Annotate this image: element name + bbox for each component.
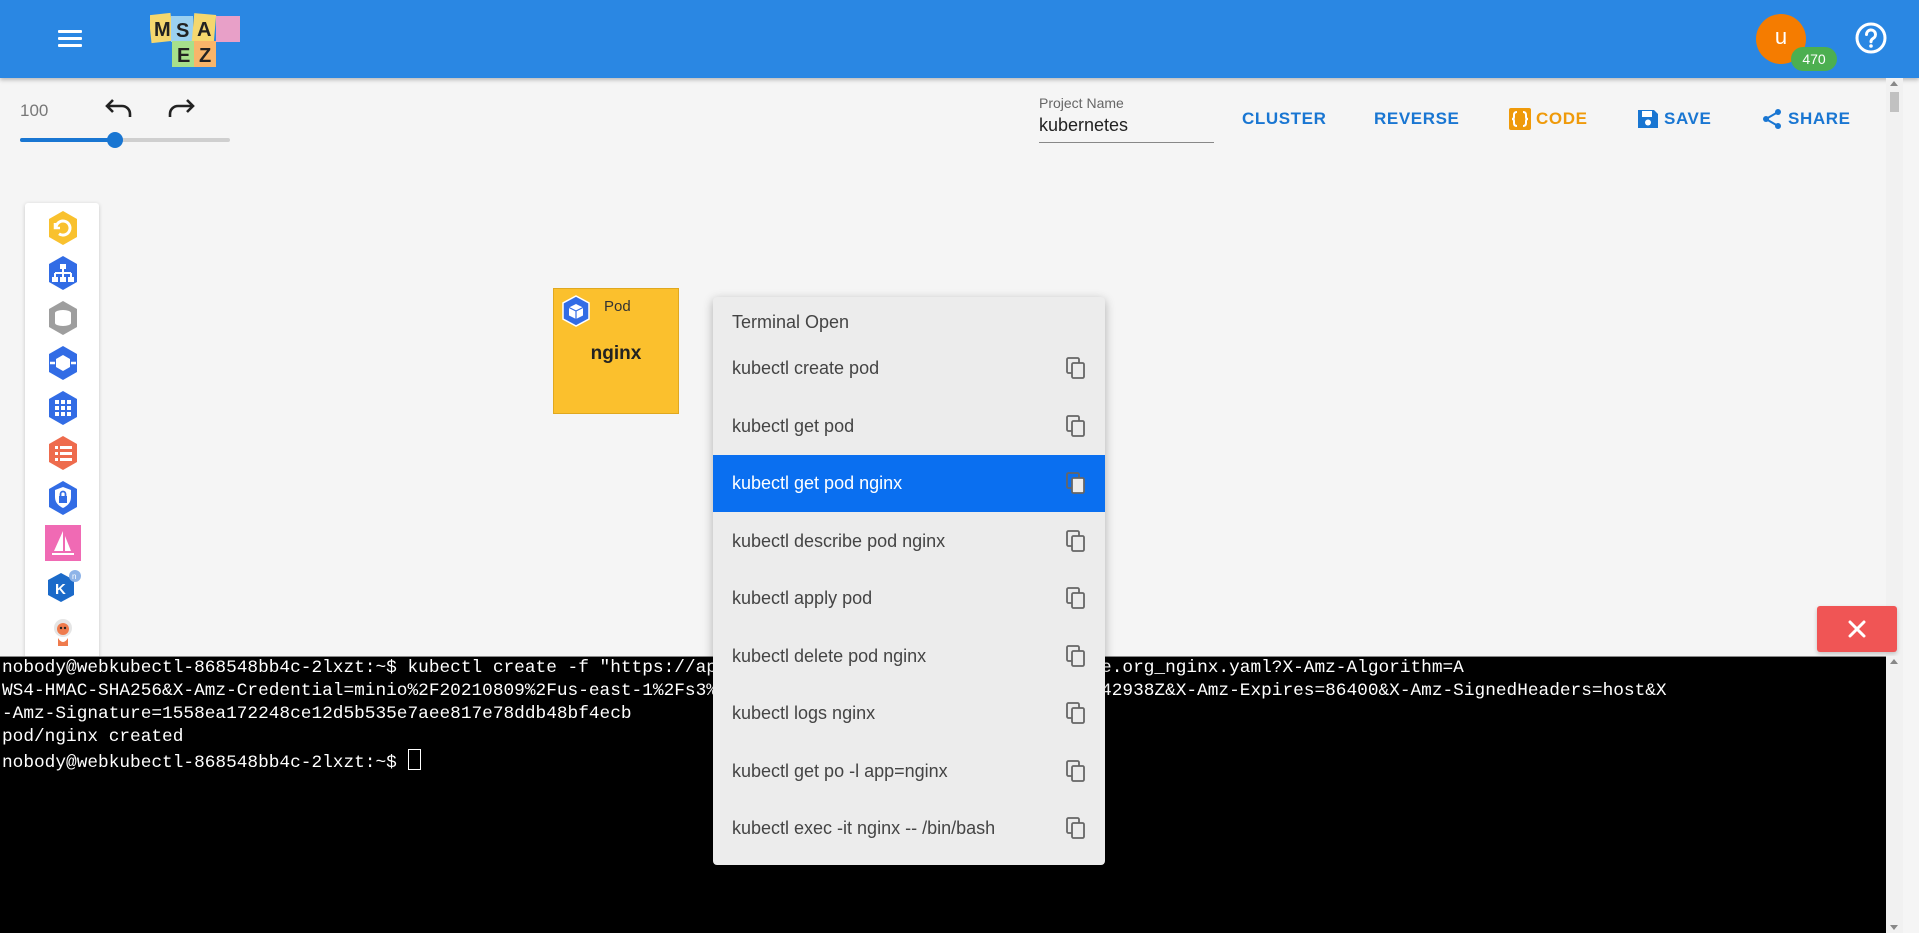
copy-icon[interactable] [1065,356,1087,380]
secret-icon[interactable] [44,479,82,517]
menu-item-label: kubectl logs nginx [732,703,876,723]
save-button[interactable]: SAVE [1636,106,1711,132]
copy-icon[interactable] [1065,701,1087,725]
menu-item-kubectl-get-pod-nginx[interactable]: kubectl get pod nginx [713,455,1105,512]
menu-item-label: kubectl get pod [732,415,855,436]
reverse-button[interactable]: REVERSE [1374,106,1459,132]
points-badge: 470 [1791,47,1837,71]
menu-item-kubectl-get-pod[interactable]: kubectl get pod [713,398,1105,455]
copy-icon[interactable] [1065,759,1087,783]
menu-item-kubectl-logs-nginx[interactable]: kubectl logs nginx [713,685,1105,742]
logo-letter-e: E [177,45,190,67]
svg-text:n: n [72,572,76,581]
pod-cube-icon [562,295,590,327]
help-icon[interactable] [1853,20,1889,56]
argo-icon[interactable] [44,614,82,652]
project-name-input[interactable] [1039,111,1214,143]
pod-name-label: nginx [590,343,642,364]
cluster-button[interactable]: CLUSTER [1242,106,1326,132]
redo-icon[interactable] [166,97,196,121]
menu-item-label: kubectl get pod nginx [732,473,903,493]
project-name-field: Project Name [1039,95,1214,143]
svg-text:K: K [55,581,66,598]
knative-icon[interactable]: K n [44,569,82,607]
terminal-cursor [408,749,422,770]
pod-type-label: Pod [604,298,631,315]
copy-icon[interactable] [1065,471,1087,495]
zoom-slider[interactable] [20,132,230,148]
code-button[interactable]: CODE [1508,106,1588,132]
menu-item-label: kubectl get po -l app=nginx [732,760,948,781]
floppy-disk-icon [1638,110,1658,128]
volume-icon[interactable] [44,299,82,337]
project-name-label: Project Name [1039,95,1124,111]
undo-icon[interactable] [104,97,134,121]
replicaset-icon[interactable] [44,389,82,427]
zoom-slider-thumb[interactable] [106,132,123,148]
hamburger-menu-icon[interactable] [55,26,85,52]
terminal-scrollbar[interactable] [1886,656,1903,933]
logo-letter-s: S [176,20,189,42]
service-icon[interactable] [44,254,82,292]
app-bar: M S A E Z u 470 [0,0,1919,78]
code-braces-icon [1509,108,1531,130]
page-scrollbar[interactable] [1886,78,1903,656]
logo-letter-z: Z [199,45,211,67]
share-button[interactable]: SHARE [1760,106,1851,132]
share-icon [1763,109,1781,129]
logo-letter-m: M [154,19,171,41]
menu-item-kubectl-create-pod[interactable]: kubectl create pod [713,340,1105,397]
menu-item-label: kubectl describe pod nginx [732,530,946,551]
terminal-open-item[interactable]: Terminal Open [732,312,849,333]
copy-icon[interactable] [1065,816,1087,840]
logo-letter-a: A [197,19,211,41]
menu-item-kubectl-exec-it-nginx-bin-bash[interactable]: kubectl exec -it nginx -- /bin/bash [713,800,1105,857]
menu-item-kubectl-delete-pod-nginx[interactable]: kubectl delete pod nginx [713,628,1105,685]
component-palette: K n [25,203,99,663]
menu-item-label: kubectl exec -it nginx -- /bin/bash [732,818,996,838]
copy-icon[interactable] [1065,644,1087,668]
deployment-icon[interactable] [44,344,82,382]
copy-icon[interactable] [1065,414,1087,438]
copy-icon[interactable] [1065,529,1087,553]
menu-item-label: kubectl delete pod nginx [732,645,927,666]
configmap-icon[interactable] [44,434,82,472]
menu-item-label: kubectl apply pod [732,588,873,608]
helm-sail-icon[interactable] [44,524,82,562]
refresh-icon[interactable] [44,209,82,247]
menu-item-kubectl-describe-pod-nginx[interactable]: kubectl describe pod nginx [713,513,1105,570]
menu-item-label: kubectl create pod [732,358,880,378]
copy-icon[interactable] [1065,586,1087,610]
msaez-logo[interactable]: M S A E Z [150,12,260,70]
close-icon [1848,620,1866,638]
close-terminal-button[interactable] [1817,606,1897,652]
pod-node[interactable]: Pod nginx [553,288,679,414]
command-context-menu: Terminal Open kubectl create pod kubectl … [713,297,1105,865]
menu-item-kubectl-get-po-l-app-nginx[interactable]: kubectl get po -l app=nginx [713,743,1105,800]
zoom-value: 100 [20,101,49,120]
menu-item-kubectl-apply-pod[interactable]: kubectl apply pod [713,570,1105,627]
